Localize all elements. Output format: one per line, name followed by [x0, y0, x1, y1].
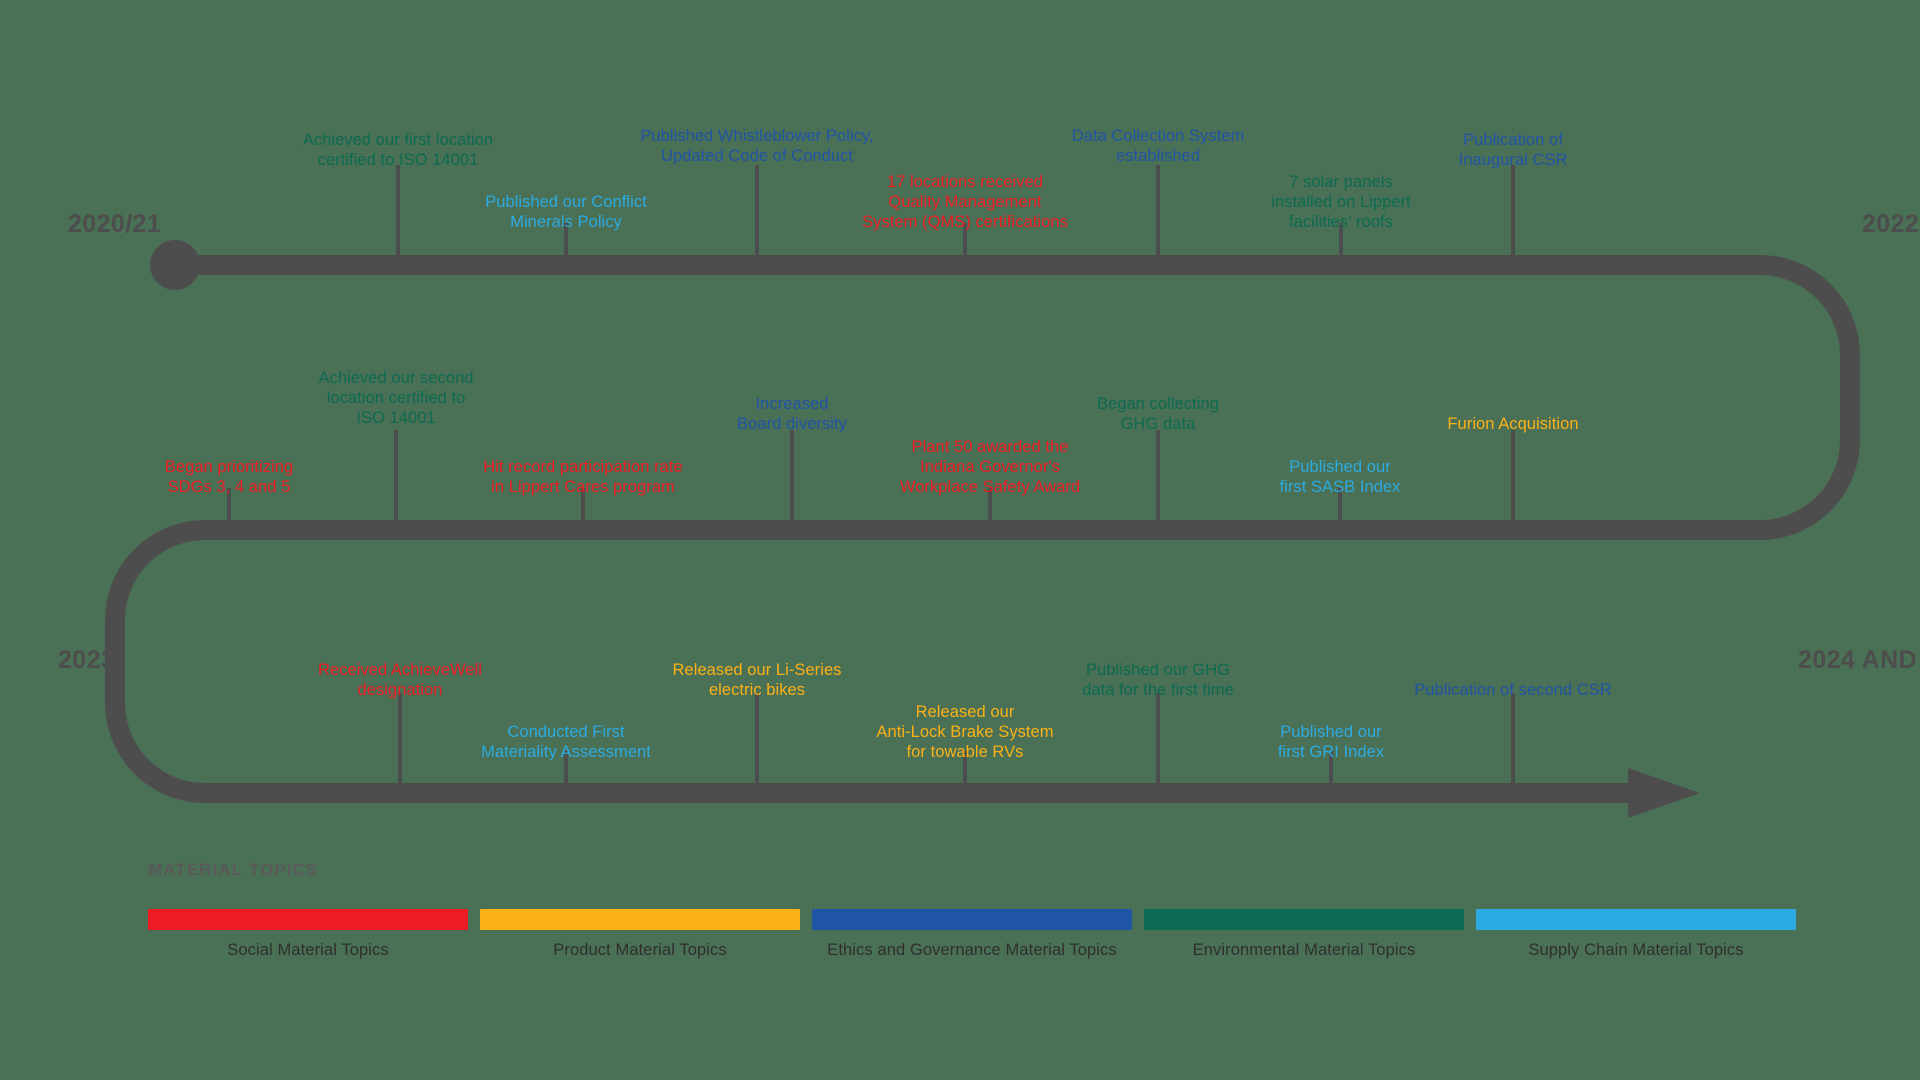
- legend-label: Social Material Topics: [227, 941, 389, 959]
- milestone-label: Released our Li-Series electric bikes: [672, 660, 842, 699]
- milestone-label: Published our Conflict Minerals Policy: [485, 192, 647, 231]
- legend-label: Supply Chain Material Topics: [1528, 941, 1744, 959]
- milestone-label: Released our Anti-Lock Brake System for …: [876, 702, 1054, 761]
- milestone-label: Publication of second CSR: [1414, 680, 1612, 699]
- era-label-era-2022: 2022: [1862, 210, 1920, 238]
- era-label-era-2023: 2023: [58, 646, 116, 674]
- milestone-label: Received AchieveWell designation: [318, 660, 482, 699]
- milestone-label: Published our first GRI Index: [1277, 722, 1385, 761]
- legend-item-3[interactable]: Environmental Material Topics: [1144, 909, 1464, 960]
- milestone-label: Publication of Inaugural CSR: [1458, 130, 1568, 169]
- milestone-label: 7 solar panels installed on Lippert faci…: [1271, 172, 1411, 231]
- milestone-label: Published our GHG data for the first tim…: [1082, 660, 1234, 699]
- milestone-label: Achieved our first location certified to…: [302, 130, 494, 169]
- milestone-label: Published our first SASB Index: [1279, 457, 1401, 496]
- era-label-era-future: 2024 AND BEYOND: [1798, 646, 1920, 674]
- timeline-end-arrow: [1628, 768, 1700, 818]
- milestone-label: Increased Board diversity: [737, 394, 847, 433]
- milestone-label: Conducted First Materiality Assessment: [481, 722, 651, 761]
- legend-label: Product Material Topics: [553, 941, 727, 959]
- legend-item-1[interactable]: Product Material Topics: [480, 909, 800, 960]
- legend-title: MATERIAL TOPICS: [148, 860, 319, 879]
- legend-swatch: [812, 909, 1132, 930]
- milestone-label: Data Collection System established: [1071, 126, 1245, 165]
- legend-label: Ethics and Governance Material Topics: [827, 941, 1117, 959]
- legend-item-0[interactable]: Social Material Topics: [148, 909, 468, 960]
- milestone-label: Published Whistleblower Policy, Updated …: [640, 126, 874, 165]
- legend-swatch: [1144, 909, 1464, 930]
- milestone-label: Began prioritizing SDGs 3, 4 and 5: [164, 457, 294, 496]
- milestone-label: Furion Acquisition: [1447, 414, 1579, 433]
- legend-item-2[interactable]: Ethics and Governance Material Topics: [812, 909, 1132, 960]
- legend-label: Environmental Material Topics: [1192, 941, 1416, 959]
- era-label-era-start: 2020/21: [68, 210, 162, 238]
- milestone-label: Plant 50 awarded the Indiana Governor's …: [899, 437, 1081, 496]
- legend-items: Social Material Topics Product Material T…: [148, 909, 1796, 960]
- timeline-infographic: 2020/21 2022 2023 2024 AND BEYOND Achieved …: [0, 0, 1920, 1080]
- legend-swatch: [480, 909, 800, 930]
- milestone-label: Achieved our second location certified t…: [318, 368, 474, 427]
- milestone-label: Hit record participation rate in Lippert…: [483, 457, 683, 496]
- milestone-label: 17 locations received Quality Management…: [862, 172, 1068, 231]
- legend-swatch: [1476, 909, 1796, 930]
- milestone-label: Began collecting GHG data: [1097, 394, 1219, 433]
- legend-item-4[interactable]: Supply Chain Material Topics: [1476, 909, 1796, 960]
- legend-swatch: [148, 909, 468, 930]
- timeline-start-dot: [150, 240, 200, 290]
